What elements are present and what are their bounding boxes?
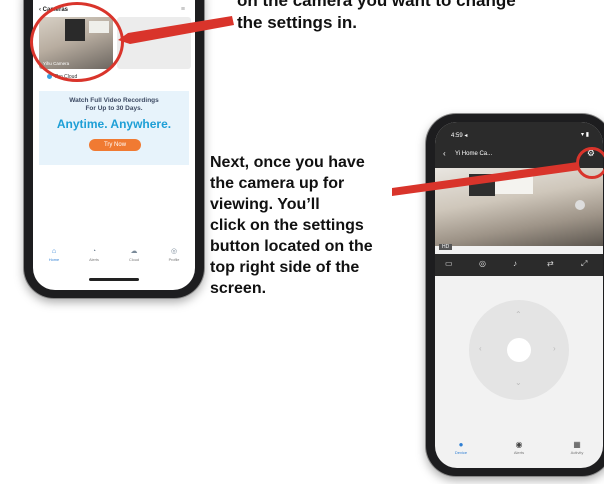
- arrow-to-camera: [118, 16, 234, 44]
- instruction-main-text: Next, once you have the camera up for vi…: [210, 154, 373, 297]
- instruction-top-text: on the camera you want to change the set…: [237, 0, 516, 32]
